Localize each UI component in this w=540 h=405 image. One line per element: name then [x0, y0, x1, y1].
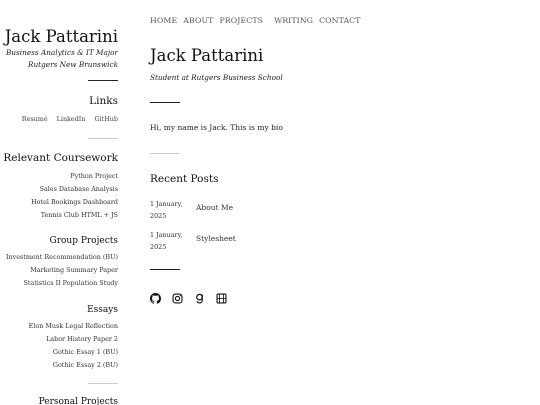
coursework-list: Python Project Sales Database Analysis H… — [31, 170, 118, 222]
site-subtitle: Business Analytics & IT Major Rutgers Ne… — [6, 47, 118, 71]
github-icon[interactable] — [150, 293, 161, 304]
post-date-year: 2025 — [150, 243, 167, 251]
essay-item[interactable]: Labor History Paper 2 — [29, 333, 118, 346]
recent-posts-heading: Recent Posts — [150, 173, 219, 185]
essay-item[interactable]: Gothic Essay 1 (BU) — [29, 346, 118, 359]
link-resume[interactable]: Resumé — [22, 115, 48, 123]
nav-home[interactable]: HOME — [150, 16, 177, 25]
site-subtitle-line-2: Rutgers New Brunswick — [27, 60, 118, 69]
divider — [88, 383, 118, 384]
link-github[interactable]: GitHub — [95, 115, 119, 123]
group-project-item[interactable]: Statistics II Population Study — [6, 277, 118, 290]
instagram-icon[interactable] — [172, 293, 183, 304]
group-projects-list: Investment Recommendation (BU) Marketing… — [6, 251, 118, 290]
links-row: Resumé LinkedIn GitHub — [15, 115, 118, 123]
divider — [88, 138, 118, 139]
coursework-item[interactable]: Sales Database Analysis — [31, 183, 118, 196]
group-projects-heading: Group Projects — [49, 236, 119, 246]
main-content: HOME ABOUT PROJECTS WRITING CONTACT Jack Pat… — [150, 0, 530, 405]
coursework-item[interactable]: Hotel Bookings Dashboard — [31, 196, 118, 209]
bio-text: Hi, my name is Jack. This is my bio — [150, 123, 283, 132]
essays-list: Elon Musk Legal Reflection Labor History… — [29, 320, 118, 372]
coursework-item[interactable]: Python Project — [31, 170, 118, 183]
divider — [88, 80, 118, 81]
goodreads-icon[interactable] — [194, 293, 205, 304]
divider — [150, 102, 180, 103]
sidebar: Jack Pattarini Business Analytics & IT M… — [0, 0, 118, 405]
page-subtitle: Student at Rutgers Business School — [150, 73, 283, 82]
nav-writing[interactable]: WRITING — [274, 16, 313, 25]
divider — [150, 153, 180, 154]
post-item: 1 January, 2025 About Me — [150, 198, 450, 222]
letterboxd-icon[interactable] — [216, 293, 227, 304]
site-title[interactable]: Jack Pattarini — [5, 27, 118, 46]
top-nav: HOME ABOUT PROJECTS WRITING CONTACT — [150, 16, 367, 25]
post-title[interactable]: Stylesheet — [196, 234, 236, 243]
coursework-item[interactable]: Tennis Club HTML + JS — [31, 209, 118, 222]
post-date: 1 January, 2025 — [150, 229, 192, 253]
personal-projects-heading: Personal Projects — [38, 397, 118, 405]
post-date-day: 1 January, — [150, 200, 183, 208]
link-linkedin[interactable]: LinkedIn — [57, 115, 86, 123]
post-date: 1 January, 2025 — [150, 198, 192, 222]
post-date-year: 2025 — [150, 212, 167, 220]
nav-contact[interactable]: CONTACT — [319, 16, 360, 25]
site-subtitle-line-1: Business Analytics & IT Major — [5, 48, 118, 57]
essay-item[interactable]: Gothic Essay 2 (BU) — [29, 359, 118, 372]
post-title[interactable]: About Me — [196, 203, 233, 212]
essay-item[interactable]: Elon Musk Legal Reflection — [29, 320, 118, 333]
page-title: Jack Pattarini — [150, 46, 264, 65]
group-project-item[interactable]: Marketing Summary Paper — [6, 264, 118, 277]
nav-projects[interactable]: PROJECTS — [219, 16, 263, 25]
essays-heading: Essays — [87, 305, 118, 315]
nav-about[interactable]: ABOUT — [183, 16, 213, 25]
coursework-heading: Relevant Coursework — [3, 152, 118, 164]
post-date-day: 1 January, — [150, 231, 183, 239]
post-item: 1 January, 2025 Stylesheet — [150, 229, 450, 253]
social-links — [150, 288, 233, 304]
group-project-item[interactable]: Investment Recommendation (BU) — [6, 251, 118, 264]
links-heading: Links — [89, 95, 118, 107]
divider — [150, 269, 180, 270]
